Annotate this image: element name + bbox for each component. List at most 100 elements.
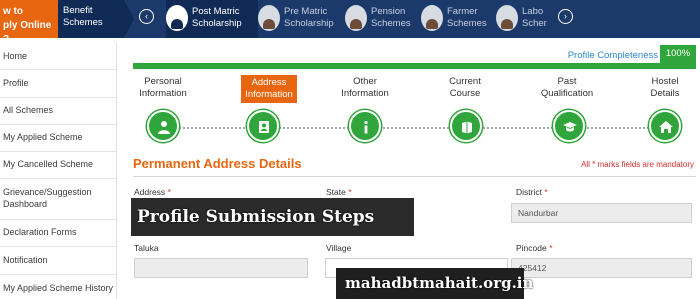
section-divider [133,176,696,177]
website-watermark-banner: mahadbtmahait.org.in [336,268,533,299]
benefit-schemes-line2: Schemes [63,17,103,28]
tab-label-line2: Scher [522,18,547,29]
tab-pension-schemes[interactable]: Pension Schemes [345,0,419,38]
step-current-course-button[interactable] [450,110,482,142]
step-label-address-information[interactable]: Address Information [241,75,297,103]
step-label-line2: Information [139,88,187,99]
tab-label-line2: Scholarship [284,18,334,29]
info-icon [364,120,368,134]
step-label-line2: Information [245,89,293,100]
step-hostel-details-button[interactable] [649,110,681,142]
taluka-label: Taluka [134,243,159,253]
address-book-icon [259,121,269,133]
sidebar-item-my-cancelled-scheme[interactable]: My Cancelled Scheme [0,158,117,179]
tab-post-matric-scholarship[interactable]: Post Matric Scholarship [166,0,258,38]
step-label-line1: Hostel [651,76,679,87]
graduation-cap-icon [563,122,577,132]
farmer-avatar-icon [421,5,443,31]
page: w to ply Online ? Benefit Schemes ‹ Post… [0,0,700,299]
profile-completeness-badge: 100% [660,45,696,63]
profile-progress-track [133,63,696,69]
chevron-left-icon: ‹ [145,11,148,21]
home-icon [659,121,673,133]
profile-progress-fill [133,63,696,69]
pincode-field[interactable]: 425412 [511,258,692,278]
elder-avatar-icon [345,5,367,31]
next-schemes-button[interactable]: › [558,9,573,24]
tab-label-line2: Schemes [371,18,411,29]
sidebar-item-label: Declaration Forms [3,227,77,237]
steps-connector-line [147,127,677,129]
sidebar-item-label: My Applied Scheme [3,132,83,142]
benefit-schemes-line1: Benefit [63,5,93,16]
sidebar-item-declaration-forms[interactable]: Declaration Forms [0,226,117,247]
step-label-current-course[interactable]: Current Course [424,76,506,100]
how-to-apply-line1: w to [3,6,23,17]
sidebar-item-my-applied-scheme[interactable]: My Applied Scheme [0,131,117,152]
step-label-line1: Current [449,76,481,87]
pincode-label: Pincode * [516,243,553,253]
step-address-information-button[interactable] [247,110,279,142]
step-label-past-qualification[interactable]: Past Qualification [526,76,608,100]
student-avatar-icon [258,5,280,31]
tab-label-line1: Farmer [447,6,478,17]
village-label: Village [326,243,352,253]
tab-label-line1: Pension [371,6,406,17]
sidebar-item-label: My Applied Scheme History [3,283,114,293]
step-label-line2: Details [650,88,680,99]
sidebar-item-label: All Schemes [3,105,54,115]
top-navigation-bar: w to ply Online ? Benefit Schemes ‹ Post… [0,0,700,45]
required-mark: * [544,187,548,197]
address-label: Address * [134,187,171,197]
profile-submission-steps-banner: Profile Submission Steps [131,198,414,236]
district-label: District * [516,187,548,197]
district-field[interactable]: Nandurbar [511,203,692,223]
step-label-line2: Qualification [540,88,594,99]
how-to-apply-link[interactable]: w to ply Online ? [0,0,58,45]
step-label-line1: Personal [144,76,182,87]
sidebar-item-label: My Cancelled Scheme [3,159,94,169]
sidebar: Home Profile All Schemes My Applied Sche… [0,42,117,299]
sidebar-item-notification[interactable]: Notification [0,254,117,275]
required-mark: * [167,187,171,197]
tab-labour-schemes[interactable]: Labo Scher [496,0,552,38]
step-other-information-button[interactable] [349,110,381,142]
benefit-schemes-link[interactable]: Benefit Schemes [58,0,124,38]
user-icon [158,121,170,134]
mandatory-note: All * marks fields are mandatory [581,160,694,169]
sidebar-item-applied-scheme-history[interactable]: My Applied Scheme History [0,282,117,299]
step-label-line1: Other [353,76,377,87]
tab-label-line2: Schemes [447,18,487,29]
step-label-hostel-details[interactable]: Hostel Details [624,76,700,100]
sidebar-item-home[interactable]: Home [0,50,117,70]
profile-completeness-label: Profile Completeness [567,50,658,61]
step-label-other-information[interactable]: Other Information [324,76,406,100]
required-mark: * [348,187,352,197]
benefit-arrow-shape [124,0,134,38]
sidebar-item-profile[interactable]: Profile [0,77,117,98]
section-title: Permanent Address Details [133,156,302,171]
sidebar-item-all-schemes[interactable]: All Schemes [0,104,117,125]
sidebar-item-label: Home [3,51,28,61]
state-label: State * [326,187,352,197]
tab-label-line2: Scholarship [192,18,242,29]
tab-label-line1: Labo [522,6,544,17]
sidebar-item-grievance-dashboard[interactable]: Grievance/Suggestion Dashboard [0,186,117,220]
step-label-line1: Past [557,76,577,87]
student-avatar-icon [166,5,188,31]
tab-label-line1: Post Matric [192,6,240,17]
step-label-line2: Course [449,88,481,99]
step-past-qualification-button[interactable] [553,110,585,142]
step-label-line1: Address [251,77,287,88]
previous-schemes-button[interactable]: ‹ [139,9,154,24]
taluka-field[interactable] [134,258,308,278]
sidebar-item-label: Notification [3,255,48,265]
chevron-right-icon: › [564,11,567,21]
step-personal-information-button[interactable] [147,110,179,142]
sidebar-item-label: Grievance/Suggestion Dashboard [3,187,92,209]
tab-pre-matric-scholarship[interactable]: Pre Matric Scholarship [258,0,340,38]
book-icon [462,121,472,134]
main-content: Profile Completeness 100% Personal Infor… [125,42,700,299]
tab-farmer-schemes[interactable]: Farmer Schemes [421,0,491,38]
step-label-personal-information[interactable]: Personal Information [122,76,204,100]
